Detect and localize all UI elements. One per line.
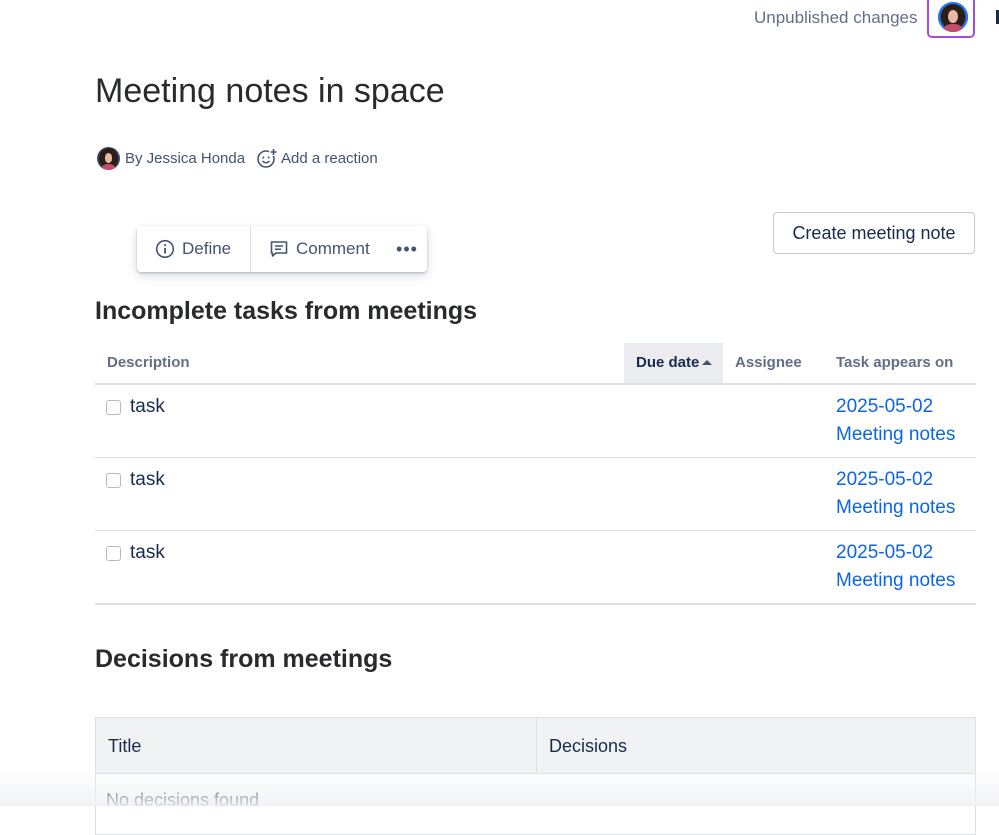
define-button[interactable]: Define [137,226,251,272]
author-avatar[interactable] [97,147,120,170]
task-source-date-link[interactable]: 2025-05-02 [836,396,933,418]
column-header-task-appears-on[interactable]: Task appears on [836,354,953,371]
tasks-table: Description Due date Assignee Task appea… [95,343,976,605]
task-checkbox[interactable] [106,546,121,561]
column-header-decisions[interactable]: Decisions [537,718,975,773]
table-row: task 2025-05-02 Meeting notes [95,531,976,605]
comment-button[interactable]: Comment [251,226,387,272]
add-reaction-icon[interactable] [256,147,278,169]
column-header-due-date-label[interactable]: Due date [636,354,699,371]
create-meeting-note-button[interactable]: Create meeting note [773,212,975,254]
column-header-title[interactable]: Title [96,718,537,773]
author-byline[interactable]: By Jessica Honda [125,150,245,167]
comment-icon [270,241,288,257]
avatar [938,2,968,32]
task-description: task [130,469,165,490]
define-label: Define [182,239,232,258]
task-checkbox[interactable] [106,400,121,415]
empty-state-text: No decisions found [106,790,260,810]
info-icon [155,239,175,259]
tasks-heading: Incomplete tasks from meetings [95,297,478,325]
selection-toolbar: Define Comment ••• [137,226,427,272]
comment-label: Comment [296,239,370,258]
task-source-date-link[interactable]: 2025-05-02 [836,469,933,491]
task-description: task [130,542,165,563]
task-source-title-link[interactable]: Meeting notes [836,570,955,592]
unpublished-changes-status: Unpublished changes [754,8,918,27]
more-actions-button[interactable]: ••• [387,226,427,272]
decisions-heading: Decisions from meetings [95,645,393,673]
task-source-date-link[interactable]: 2025-05-02 [836,542,933,564]
current-user-avatar-button[interactable] [927,0,975,38]
add-reaction-button[interactable]: Add a reaction [281,150,378,167]
table-row: task 2025-05-02 Meeting notes [95,458,976,531]
task-description: task [130,396,165,417]
table-row: task 2025-05-02 Meeting notes [95,385,976,458]
column-header-assignee[interactable]: Assignee [735,354,802,371]
decisions-table: Title Decisions No decisions found [95,717,976,835]
sort-ascending-icon [702,360,712,365]
task-source-title-link[interactable]: Meeting notes [836,497,955,519]
column-header-description[interactable]: Description [107,354,190,371]
task-source-title-link[interactable]: Meeting notes [836,424,955,446]
tasks-table-header: Description Due date Assignee Task appea… [95,343,976,385]
more-icon: ••• [396,238,418,259]
task-checkbox[interactable] [106,473,121,488]
page-title: Meeting notes in space [95,72,445,110]
decisions-table-header: Title Decisions [96,718,975,774]
